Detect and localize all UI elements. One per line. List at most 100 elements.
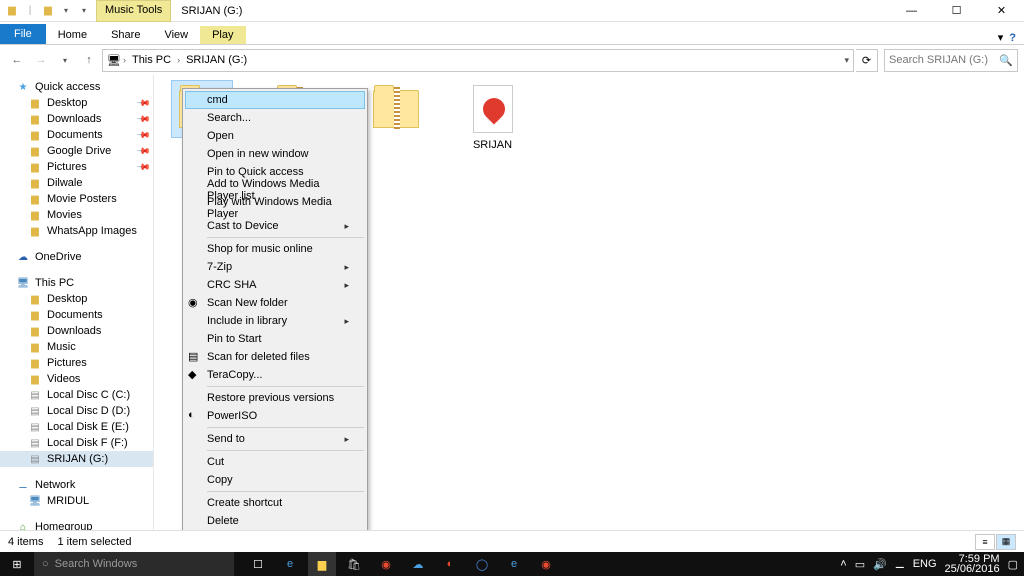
crumb-thispc[interactable]: This PC [128, 54, 175, 66]
sidebar-item[interactable]: ▆Downloads [0, 323, 153, 339]
ctx-item[interactable]: Restore previous versions [185, 389, 365, 407]
breadcrumb[interactable]: 🖥 › This PC › SRIJAN (G:) ▾ [102, 49, 854, 72]
tray-chevron-icon[interactable]: ˄ [840, 558, 846, 570]
tab-view[interactable]: View [152, 26, 200, 44]
ribbon: File Home Share View Play ▾ ? [0, 22, 1024, 45]
onedrive[interactable]: ☁OneDrive [0, 249, 153, 265]
sidebar-item[interactable]: ▆Dilwale [0, 175, 153, 191]
ctx-item[interactable]: ▤Scan for deleted files [185, 348, 365, 366]
qat-overflow-icon[interactable]: ▾ [76, 3, 92, 19]
sidebar-item[interactable]: ▆Pictures📌 [0, 159, 153, 175]
ctx-item[interactable]: Cast to Device▸ [185, 217, 365, 235]
ctx-item[interactable]: Include in library▸ [185, 312, 365, 330]
ctx-item[interactable]: ◉Scan New folder [185, 294, 365, 312]
network[interactable]: ⚊Network [0, 477, 153, 493]
tray-battery-icon[interactable]: ▭ [855, 558, 865, 571]
ctx-item[interactable]: 7-Zip▸ [185, 258, 365, 276]
sidebar-disk[interactable]: ▤Local Disk F (F:) [0, 435, 153, 451]
ribbon-expand-icon[interactable]: ▾ [998, 31, 1004, 44]
task-view-button[interactable]: ☐ [244, 552, 272, 576]
ctx-item[interactable]: Shop for music online [185, 240, 365, 258]
maximize-button[interactable]: ☐ [934, 0, 979, 22]
taskbar-cortana-icon[interactable]: ◯ [468, 552, 496, 576]
sidebar-item[interactable]: ▆Desktop📌 [0, 95, 153, 111]
ctx-item[interactable]: CRC SHA▸ [185, 276, 365, 294]
ctx-item[interactable]: Play with Windows Media Player [185, 199, 365, 217]
network-mridul[interactable]: 🖥MRIDUL [0, 493, 153, 509]
file-tab[interactable]: File [0, 24, 46, 44]
sidebar-item[interactable]: ▆Documents📌 [0, 127, 153, 143]
sidebar-item[interactable]: ▆Desktop [0, 291, 153, 307]
tab-play[interactable]: Play [200, 26, 245, 44]
sidebar-item[interactable]: ▆Videos [0, 371, 153, 387]
quick-access[interactable]: ★Quick access [0, 79, 153, 95]
sidebar-item[interactable]: ▆WhatsApp Images [0, 223, 153, 239]
sidebar-disk[interactable]: ▤Local Disk E (E:) [0, 419, 153, 435]
recent-dropdown[interactable]: ▾ [54, 49, 76, 71]
sidebar-item[interactable]: ▆Movie Posters [0, 191, 153, 207]
ctx-item[interactable]: Delete [185, 512, 365, 530]
tray-network-icon[interactable]: ⚊ [895, 558, 905, 571]
taskbar-store-icon[interactable]: 🛍 [340, 552, 368, 576]
sidebar-item[interactable]: ▆Pictures [0, 355, 153, 371]
ctx-item[interactable]: Cut [185, 453, 365, 471]
folder-item[interactable] [358, 81, 433, 151]
tab-home[interactable]: Home [46, 26, 99, 44]
taskbar-chrome2-icon[interactable]: ◉ [532, 552, 560, 576]
help-icon[interactable]: ? [1009, 32, 1016, 44]
taskbar-app-icon[interactable]: ◐ [436, 552, 464, 576]
search-input[interactable]: Search SRIJAN (G:) 🔍 [884, 49, 1018, 72]
tray-clock[interactable]: 7:59 PM 25/06/2016 [945, 554, 1000, 574]
nav-pane: ★Quick access ▆Desktop📌▆Downloads📌▆Docum… [0, 75, 154, 565]
refresh-button[interactable]: ⟳ [856, 49, 878, 72]
taskbar-cloud-icon[interactable]: ☁ [404, 552, 432, 576]
start-button[interactable]: ⊞ [0, 552, 34, 576]
sidebar-disk[interactable]: ▤SRIJAN (G:) [0, 451, 153, 467]
crumb-srijan[interactable]: SRIJAN (G:) [182, 54, 251, 66]
view-details-button[interactable]: ≡ [975, 534, 995, 550]
ctx-item[interactable]: Pin to Start [185, 330, 365, 348]
sidebar-item[interactable]: ▆Music [0, 339, 153, 355]
folder-small-icon: ▆ [4, 3, 20, 19]
qat-dropdown-icon[interactable]: ▾ [58, 3, 74, 19]
tray-volume-icon[interactable]: 🔊 [873, 558, 887, 571]
ctx-item[interactable]: ◆TeraCopy... [185, 366, 365, 384]
sidebar-disk[interactable]: ▤Local Disc C (C:) [0, 387, 153, 403]
folder-item[interactable]: SRIJAN [455, 81, 530, 151]
sidebar-disk[interactable]: ▤Local Disc D (D:) [0, 403, 153, 419]
breadcrumb-dropdown-icon[interactable]: ▾ [844, 55, 849, 66]
sidebar-item[interactable]: ▆Documents [0, 307, 153, 323]
ctx-item[interactable]: Copy [185, 471, 365, 489]
ctx-item[interactable]: Send to▸ [185, 430, 365, 448]
up-button[interactable]: ↑ [78, 49, 100, 71]
window-title: SRIJAN (G:) [171, 5, 252, 17]
sidebar-item[interactable]: ▆Movies [0, 207, 153, 223]
ctx-item[interactable]: Search... [185, 109, 365, 127]
minimize-button[interactable]: — [889, 0, 934, 22]
view-icons-button[interactable]: ▦ [996, 534, 1016, 550]
ctx-item[interactable]: Open in new window [185, 145, 365, 163]
taskbar: ⊞ ○ Search Windows ☐ e ▆ 🛍 ◉ ☁ ◐ ◯ e ◉ ˄… [0, 552, 1024, 576]
close-button[interactable]: ✕ [979, 0, 1024, 22]
ctx-item[interactable]: Create shortcut [185, 494, 365, 512]
sidebar-item[interactable]: ▆Downloads📌 [0, 111, 153, 127]
taskbar-explorer-icon[interactable]: ▆ [308, 552, 336, 576]
tab-share[interactable]: Share [99, 26, 152, 44]
forward-button[interactable]: → [30, 49, 52, 71]
qat-icon[interactable]: ▆ [40, 3, 56, 19]
tray-lang[interactable]: ENG [913, 558, 937, 570]
ctx-item[interactable]: ◐PowerISO [185, 407, 365, 425]
taskbar-search[interactable]: ○ Search Windows [34, 552, 234, 576]
ctx-item[interactable]: Open [185, 127, 365, 145]
selection-count: 1 item selected [57, 536, 131, 548]
taskbar-ie-icon[interactable]: e [500, 552, 528, 576]
ctx-item[interactable]: cmd [185, 91, 365, 109]
taskbar-edge-icon[interactable]: e [276, 552, 304, 576]
sidebar-item[interactable]: ▆Google Drive📌 [0, 143, 153, 159]
action-center-icon[interactable]: ▢ [1008, 558, 1018, 571]
qat-sep: | [22, 3, 38, 19]
taskbar-chrome-icon[interactable]: ◉ [372, 552, 400, 576]
this-pc[interactable]: 🖥This PC [0, 275, 153, 291]
back-button[interactable]: ← [6, 49, 28, 71]
music-tools-tab[interactable]: Music Tools [96, 0, 171, 22]
